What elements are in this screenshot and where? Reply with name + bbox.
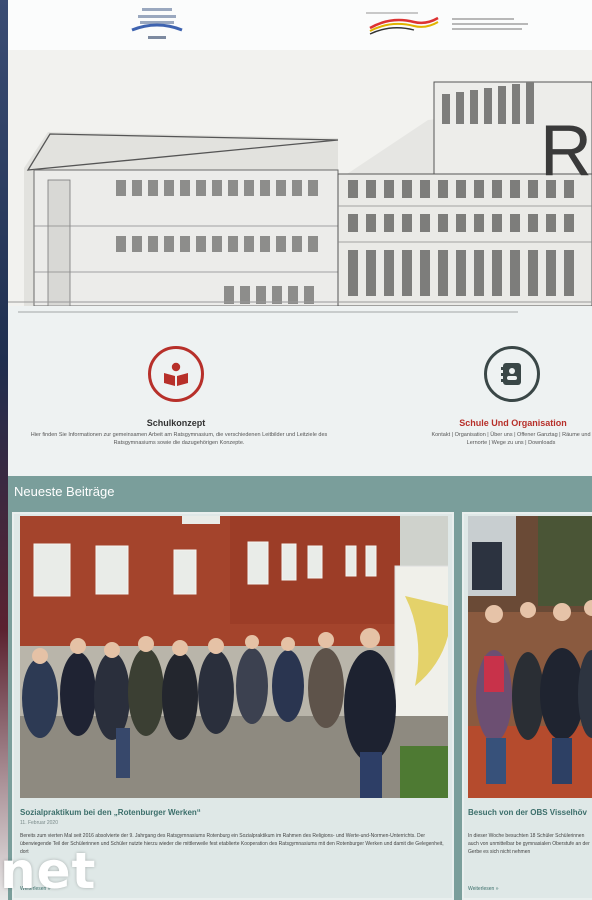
- post-title[interactable]: Sozialpraktikum bei den „Rotenburger Wer…: [20, 808, 440, 817]
- post-date: 11. Februar 2020: [20, 820, 58, 826]
- hero-banner: R: [8, 50, 592, 306]
- post-excerpt: In dieser Woche besuchten 18 Schüler Sch…: [468, 833, 590, 855]
- book-reader-icon: [164, 362, 188, 386]
- feature-text-organisation[interactable]: Kontakt | Organisation | Über uns | Offe…: [430, 431, 592, 447]
- post-image[interactable]: [468, 516, 592, 798]
- header-logo-strip: [8, 0, 592, 50]
- hero-title: R: [540, 111, 592, 191]
- section-divider: [18, 311, 518, 313]
- feature-title-schulkonzept[interactable]: Schulkonzept: [116, 418, 236, 428]
- post-image[interactable]: [20, 516, 448, 798]
- post-card[interactable]: Besuch von der OBS Visselhöv In dieser W…: [462, 512, 592, 900]
- group-photo-illustration: [20, 516, 448, 798]
- association-logo[interactable]: [128, 6, 186, 44]
- partner-logo[interactable]: [366, 8, 536, 38]
- feature-title-organisation[interactable]: Schule Und Organisation: [438, 418, 588, 428]
- latest-posts-section: Neueste Beiträge Sozialpraktikum bei den…: [8, 476, 592, 900]
- contact-book-icon: [501, 363, 521, 385]
- school-sketch-illustration: [8, 50, 592, 306]
- latest-posts-heading: Neueste Beiträge: [14, 484, 115, 499]
- website-viewport: R Schulkonzept Hier finden Sie Informati…: [8, 0, 592, 900]
- schulkonzept-icon-button[interactable]: [148, 346, 204, 402]
- organisation-icon-button[interactable]: [484, 346, 540, 402]
- read-more-link[interactable]: Weiterlesen »: [468, 886, 498, 892]
- watermark-text: net: [0, 842, 97, 900]
- feature-text-schulkonzept: Hier finden Sie Informationen zur gemein…: [30, 432, 328, 446]
- students-photo-illustration: [468, 516, 592, 798]
- post-title[interactable]: Besuch von der OBS Visselhöv: [468, 808, 592, 817]
- screenshot-stage: R Schulkonzept Hier finden Sie Informati…: [0, 0, 592, 900]
